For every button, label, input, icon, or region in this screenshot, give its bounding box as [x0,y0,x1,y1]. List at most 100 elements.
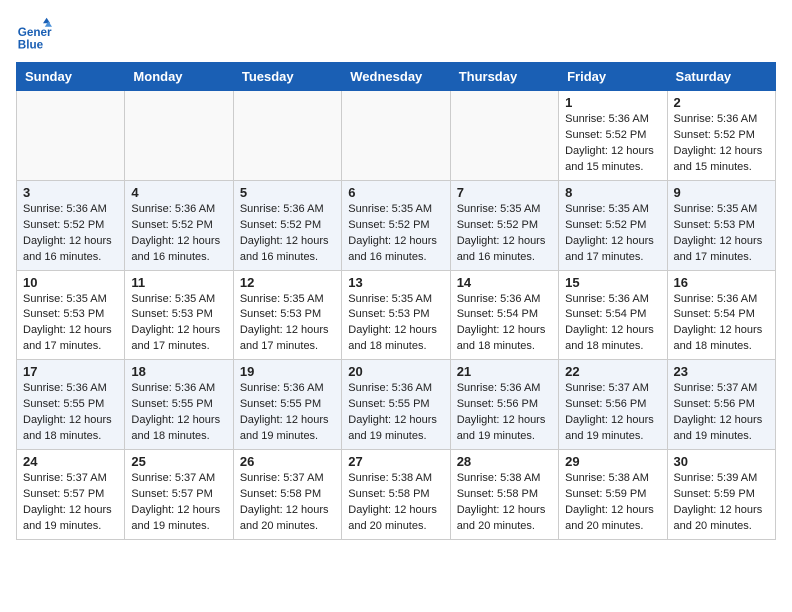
calendar-cell: 16Sunrise: 5:36 AMSunset: 5:54 PMDayligh… [667,270,775,360]
calendar-cell: 26 Sunrise: 5:37 AMSunset: 5:58 PMDayligh… [233,450,341,540]
day-number: 13 [348,275,443,290]
day-number: 19 [240,364,335,379]
day-number: 27 [348,454,443,469]
calendar-cell: 22 Sunrise: 5:37 AMSunset: 5:56 PMDayligh… [559,360,667,450]
day-info: Sunrise: 5:37 AMSunset: 5:56 PMDaylight:… [565,381,660,445]
calendar-cell: 17 Sunrise: 5:36 AMSunset: 5:55 PMDayligh… [17,360,125,450]
calendar-cell: 6 Sunrise: 5:35 AMSunset: 5:52 PMDaylight… [342,180,450,270]
day-info: Sunrise: 5:35 AMSunset: 5:53 PMDaylight:… [131,292,226,356]
calendar-cell: 12 Sunrise: 5:35 AMSunset: 5:53 PMDayligh… [233,270,341,360]
day-info: Sunrise: 5:36 AMSunset: 5:52 PMDaylight:… [240,202,335,266]
day-info: Sunrise: 5:35 AMSunset: 5:53 PMDaylight:… [674,202,769,266]
calendar-cell [17,91,125,181]
calendar-cell: 2 Sunrise: 5:36 AMSunset: 5:52 PMDaylight… [667,91,775,181]
calendar-cell: 19 Sunrise: 5:36 AMSunset: 5:55 PMDayligh… [233,360,341,450]
calendar-header-monday: Monday [125,63,233,91]
day-number: 12 [240,275,335,290]
calendar-cell: 15 Sunrise: 5:36 AMSunset: 5:54 PMDayligh… [559,270,667,360]
calendar-cell: 4Sunrise: 5:36 AMSunset: 5:52 PMDaylight… [125,180,233,270]
day-info: Sunrise: 5:35 AMSunset: 5:52 PMDaylight:… [565,202,660,266]
calendar-header-sunday: Sunday [17,63,125,91]
calendar-cell: 21 Sunrise: 5:36 AMSunset: 5:56 PMDayligh… [450,360,558,450]
day-number: 28 [457,454,552,469]
calendar-cell: 9Sunrise: 5:35 AMSunset: 5:53 PMDaylight… [667,180,775,270]
calendar-cell [450,91,558,181]
calendar-cell: 8Sunrise: 5:35 AMSunset: 5:52 PMDaylight… [559,180,667,270]
calendar-cell: 24Sunrise: 5:37 AMSunset: 5:57 PMDayligh… [17,450,125,540]
day-info: Sunrise: 5:38 AMSunset: 5:58 PMDaylight:… [457,471,552,535]
day-number: 22 [565,364,660,379]
day-info: Sunrise: 5:36 AMSunset: 5:54 PMDaylight:… [565,292,660,356]
calendar-cell: 30Sunrise: 5:39 AMSunset: 5:59 PMDayligh… [667,450,775,540]
day-info: Sunrise: 5:36 AMSunset: 5:56 PMDaylight:… [457,381,552,445]
day-number: 23 [674,364,769,379]
calendar-table: SundayMondayTuesdayWednesdayThursdayFrid… [16,62,776,540]
day-info: Sunrise: 5:36 AMSunset: 5:52 PMDaylight:… [565,112,660,176]
day-number: 7 [457,185,552,200]
day-number: 3 [23,185,118,200]
day-info: Sunrise: 5:37 AMSunset: 5:58 PMDaylight:… [240,471,335,535]
day-number: 17 [23,364,118,379]
calendar-cell: 13 Sunrise: 5:35 AMSunset: 5:53 PMDayligh… [342,270,450,360]
calendar-cell: 20Sunrise: 5:36 AMSunset: 5:55 PMDayligh… [342,360,450,450]
day-info: Sunrise: 5:38 AMSunset: 5:59 PMDaylight:… [565,471,660,535]
day-number: 10 [23,275,118,290]
calendar-cell: 18 Sunrise: 5:36 AMSunset: 5:55 PMDayligh… [125,360,233,450]
calendar-week-row: 24 Sunrise: 5:37 AMSunset: 5:57 PMDayligh… [17,450,776,540]
calendar-cell: 5 Sunrise: 5:36 AMSunset: 5:52 PMDaylight… [233,180,341,270]
day-number: 2 [674,95,769,110]
day-number: 11 [131,275,226,290]
day-info: Sunrise: 5:36 AMSunset: 5:55 PMDaylight:… [23,381,118,445]
day-number: 4 [131,185,226,200]
day-number: 25 [131,454,226,469]
calendar-header-thursday: Thursday [450,63,558,91]
day-info: Sunrise: 5:35 AMSunset: 5:53 PMDaylight:… [240,292,335,356]
day-info: Sunrise: 5:36 AMSunset: 5:52 PMDaylight:… [674,112,769,176]
calendar-header-tuesday: Tuesday [233,63,341,91]
day-info: Sunrise: 5:35 AMSunset: 5:53 PMDaylight:… [23,292,118,356]
day-number: 18 [131,364,226,379]
day-info: Sunrise: 5:36 AMSunset: 5:54 PMDaylight:… [674,292,769,356]
calendar-header-saturday: Saturday [667,63,775,91]
day-info: Sunrise: 5:38 AMSunset: 5:58 PMDaylight:… [348,471,443,535]
calendar-cell: 14 Sunrise: 5:36 AMSunset: 5:54 PMDayligh… [450,270,558,360]
calendar-cell [233,91,341,181]
day-number: 24 [23,454,118,469]
day-number: 1 [565,95,660,110]
calendar-body: 1 Sunrise: 5:36 AMSunset: 5:52 PMDaylight… [17,91,776,540]
calendar-cell: 23 Sunrise: 5:37 AMSunset: 5:56 PMDayligh… [667,360,775,450]
calendar-header-friday: Friday [559,63,667,91]
logo-icon: General Blue [16,16,52,52]
day-info: Sunrise: 5:35 AMSunset: 5:52 PMDaylight:… [348,202,443,266]
day-info: Sunrise: 5:35 AMSunset: 5:53 PMDaylight:… [348,292,443,356]
day-info: Sunrise: 5:36 AMSunset: 5:55 PMDaylight:… [131,381,226,445]
day-number: 29 [565,454,660,469]
day-number: 6 [348,185,443,200]
day-number: 5 [240,185,335,200]
day-info: Sunrise: 5:36 AMSunset: 5:52 PMDaylight:… [23,202,118,266]
calendar-header-wednesday: Wednesday [342,63,450,91]
day-info: Sunrise: 5:37 AMSunset: 5:57 PMDaylight:… [131,471,226,535]
day-number: 14 [457,275,552,290]
calendar-cell: 29 Sunrise: 5:38 AMSunset: 5:59 PMDayligh… [559,450,667,540]
calendar-week-row: 3 Sunrise: 5:36 AMSunset: 5:52 PMDaylight… [17,180,776,270]
day-number: 15 [565,275,660,290]
logo: General Blue [16,16,52,52]
day-info: Sunrise: 5:36 AMSunset: 5:55 PMDaylight:… [240,381,335,445]
calendar-header-row: SundayMondayTuesdayWednesdayThursdayFrid… [17,63,776,91]
calendar-cell [125,91,233,181]
day-info: Sunrise: 5:37 AMSunset: 5:56 PMDaylight:… [674,381,769,445]
calendar-cell: 11 Sunrise: 5:35 AMSunset: 5:53 PMDayligh… [125,270,233,360]
calendar-week-row: 17 Sunrise: 5:36 AMSunset: 5:55 PMDayligh… [17,360,776,450]
calendar-cell: 3 Sunrise: 5:36 AMSunset: 5:52 PMDaylight… [17,180,125,270]
calendar-cell: 28 Sunrise: 5:38 AMSunset: 5:58 PMDayligh… [450,450,558,540]
calendar-cell: 1 Sunrise: 5:36 AMSunset: 5:52 PMDaylight… [559,91,667,181]
day-info: Sunrise: 5:36 AMSunset: 5:54 PMDaylight:… [457,292,552,356]
calendar-cell: 25 Sunrise: 5:37 AMSunset: 5:57 PMDayligh… [125,450,233,540]
day-number: 26 [240,454,335,469]
calendar-week-row: 10 Sunrise: 5:35 AMSunset: 5:53 PMDayligh… [17,270,776,360]
day-number: 21 [457,364,552,379]
svg-text:General: General [18,26,52,39]
day-info: Sunrise: 5:35 AMSunset: 5:52 PMDaylight:… [457,202,552,266]
page-header: General Blue [16,16,776,52]
